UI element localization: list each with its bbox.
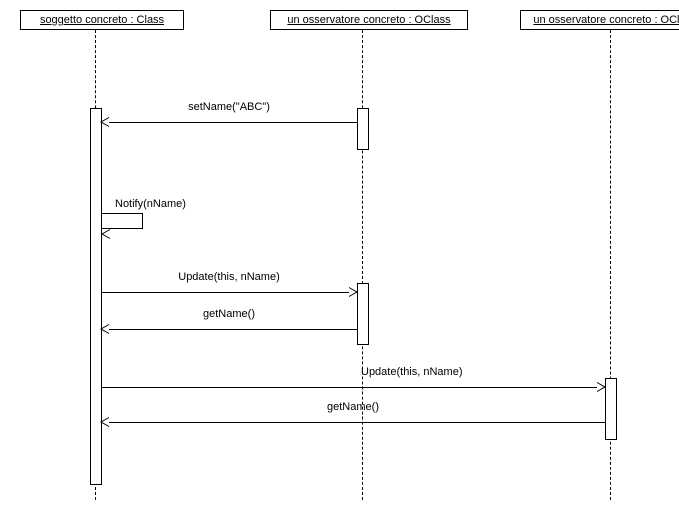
participant-observer-2: un osservatore concreto : OCla bbox=[520, 10, 679, 30]
activation-bar bbox=[357, 283, 369, 345]
message-label: setName("ABC") bbox=[101, 101, 357, 113]
message-label: getName() bbox=[101, 308, 357, 320]
arrow-right-icon bbox=[349, 287, 358, 297]
participant-label: un osservatore concreto : OCla bbox=[533, 14, 679, 26]
message-getname-2: getName() bbox=[101, 415, 605, 431]
participant-label: un osservatore concreto : OClass bbox=[287, 14, 450, 26]
participant-label: soggetto concreto : Class bbox=[40, 14, 164, 26]
message-getname-1: getName() bbox=[101, 322, 357, 338]
activation-bar bbox=[357, 108, 369, 150]
message-label: Update(this, nName) bbox=[361, 366, 463, 378]
arrow-right-icon bbox=[597, 382, 606, 392]
arrow-left-icon bbox=[100, 324, 109, 334]
message-update-1: Update(this, nName) bbox=[101, 285, 357, 301]
participant-subject: soggetto concreto : Class bbox=[20, 10, 184, 30]
arrow-left-icon bbox=[100, 417, 109, 427]
activation-bar bbox=[605, 378, 617, 440]
arrow-left-icon bbox=[101, 229, 110, 239]
arrow-left-icon bbox=[100, 117, 109, 127]
message-label: Notify(nName) bbox=[115, 198, 186, 210]
participant-observer-1: un osservatore concreto : OClass bbox=[270, 10, 468, 30]
sequence-diagram: soggetto concreto : Class un osservatore… bbox=[0, 0, 679, 513]
message-setname: setName("ABC") bbox=[101, 115, 357, 131]
self-call-box bbox=[101, 213, 143, 229]
message-label: Update(this, nName) bbox=[101, 271, 357, 283]
message-update-2: Update(this, nName) bbox=[101, 380, 605, 396]
message-label: getName() bbox=[101, 401, 605, 413]
